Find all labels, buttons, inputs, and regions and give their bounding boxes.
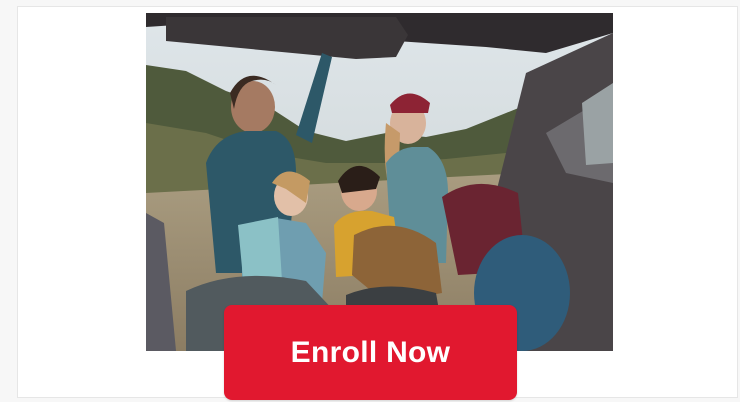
family-car-trunk-photo xyxy=(146,13,613,351)
enroll-now-button[interactable]: Enroll Now xyxy=(224,305,517,400)
